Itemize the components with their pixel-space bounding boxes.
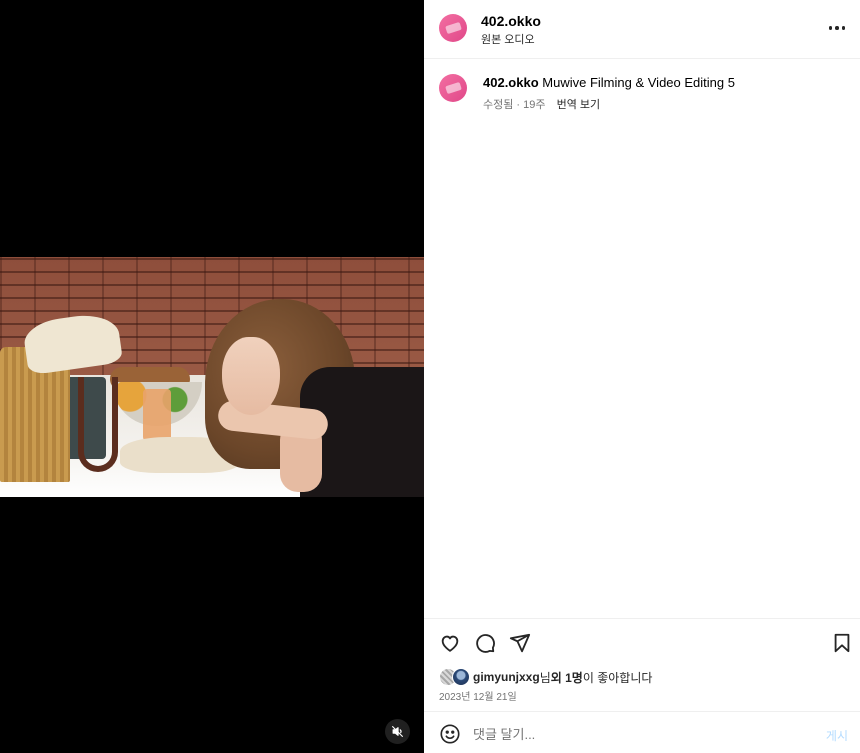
post-comment-button[interactable]: 게시: [826, 727, 848, 744]
likes-suffix-2: 이 좋아합니다: [582, 670, 653, 685]
heart-icon: [441, 635, 459, 652]
woman-face: [222, 337, 280, 415]
post-panel: 402.okko 원본 오디오 402.okko Muwive Filming …: [424, 0, 860, 753]
caption-text-line: 402.okko Muwive Filming & Video Editing …: [483, 75, 735, 90]
send-icon: [509, 633, 531, 653]
meta-separator: ·: [513, 99, 524, 111]
comment-icon: [476, 634, 495, 653]
more-horizontal-icon: [828, 26, 833, 30]
save-button[interactable]: [831, 632, 853, 654]
likes-others-link[interactable]: 외 1명: [551, 669, 583, 686]
likes-summary: gimyunjxxg 님 외 1명 이 좋아합니다: [439, 668, 652, 686]
mute-button[interactable]: [385, 719, 410, 744]
more-options-button[interactable]: [826, 18, 848, 38]
like-button[interactable]: [439, 632, 461, 654]
comment-input[interactable]: [473, 722, 803, 746]
edited-label: 수정됨: [483, 99, 514, 111]
action-bar: gimyunjxxg 님 외 1명 이 좋아합니다 2023년 12월 21일: [424, 618, 860, 712]
emoji-button[interactable]: [439, 723, 461, 745]
smile-icon: [440, 724, 460, 744]
avatar: [452, 668, 470, 686]
translate-link[interactable]: 번역 보기: [557, 99, 601, 111]
post-date[interactable]: 2023년 12월 21일: [439, 688, 517, 703]
caption-username[interactable]: 402.okko: [483, 75, 539, 90]
video-frame[interactable]: [0, 257, 424, 497]
liker-avatars[interactable]: [439, 668, 473, 686]
caption-avatar[interactable]: [439, 74, 467, 102]
caption-text: Muwive Filming & Video Editing 5: [542, 75, 735, 90]
media-viewer[interactable]: [0, 0, 424, 753]
comment-button[interactable]: [474, 632, 496, 654]
audio-label[interactable]: 원본 오디오: [481, 31, 535, 47]
share-button[interactable]: [509, 632, 531, 654]
caption-meta: 수정됨 · 19주 번역 보기: [483, 96, 600, 112]
author-avatar[interactable]: [439, 14, 467, 42]
likes-suffix-1: 님: [539, 670, 551, 685]
bookmark-icon: [834, 633, 850, 653]
bottle: [143, 389, 171, 441]
bag-strap: [78, 377, 118, 472]
post-age[interactable]: 19주: [523, 99, 545, 111]
comment-bar: 게시: [424, 711, 860, 753]
author-username[interactable]: 402.okko: [481, 13, 541, 29]
speaker-muted-icon: [392, 726, 403, 737]
liker-username[interactable]: gimyunjxxg: [473, 670, 540, 684]
post-header: 402.okko 원본 오디오: [424, 0, 860, 59]
